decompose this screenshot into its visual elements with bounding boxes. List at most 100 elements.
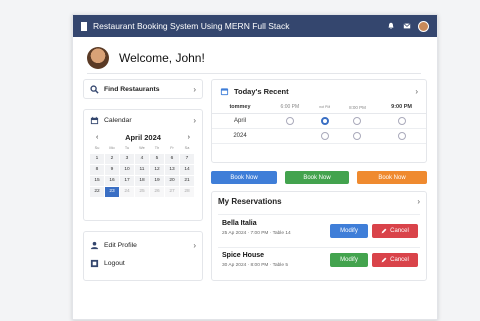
pencil-icon xyxy=(381,228,387,234)
calendar-day[interactable]: 15 xyxy=(90,176,104,186)
calendar-day[interactable]: 2 xyxy=(105,154,119,164)
todays-recent-header[interactable]: Today's Recent › xyxy=(212,80,426,102)
cancel-button[interactable]: Cancel xyxy=(372,224,418,238)
time-slot-radio[interactable] xyxy=(397,131,406,140)
calendar-header[interactable]: Calendar › xyxy=(84,110,202,130)
calendar-day[interactable]: 9 xyxy=(105,165,119,175)
welcome-section: Welcome, John! xyxy=(73,37,437,73)
mail-icon[interactable] xyxy=(402,21,412,31)
row-label: April xyxy=(212,113,268,129)
edit-profile-item[interactable]: Edit Profile › xyxy=(84,236,202,254)
time-slot-cell xyxy=(268,113,312,129)
time-slot-cell xyxy=(337,113,378,129)
time-slot-cell xyxy=(377,113,426,129)
table-row: April xyxy=(212,113,426,129)
account-card: Edit Profile › Logout xyxy=(83,231,203,281)
calendar-day[interactable]: 1 xyxy=(90,154,104,164)
reservation-item: Bella Italia 25 Ap 2024 · 7:00 PM · Tabl… xyxy=(212,216,426,246)
column-header: 6:00 PM xyxy=(268,102,312,114)
avatar xyxy=(87,47,109,69)
calendar-day[interactable]: 13 xyxy=(165,165,179,175)
time-slot-radio[interactable] xyxy=(353,131,362,140)
calendar-icon xyxy=(220,87,229,96)
top-bar: Restaurant Booking System Using MERN Ful… xyxy=(73,15,437,37)
book-now-button-blue[interactable]: Book Now xyxy=(211,171,277,184)
modify-button[interactable]: Modify xyxy=(330,253,368,267)
time-slot-table: tommey 6:00 PM not PM 8:00 PM 9:00 PM Ap… xyxy=(212,102,426,144)
my-reservations-title: My Reservations xyxy=(218,196,282,206)
restaurant-name: Spice House xyxy=(222,252,265,259)
modify-button[interactable]: Modify xyxy=(330,224,368,238)
logout-label: Logout xyxy=(104,259,125,267)
logout-item[interactable]: Logout xyxy=(84,254,202,272)
calendar-day[interactable]: 14 xyxy=(180,165,194,175)
calendar-day[interactable]: 12 xyxy=(150,165,164,175)
calendar-day[interactable]: 4 xyxy=(135,154,149,164)
pencil-icon xyxy=(381,257,387,263)
book-now-button-green[interactable]: Book Now xyxy=(285,171,349,184)
reservation-details: 30 Ap 2024 · 8:00 PM · Table 5 xyxy=(222,263,289,268)
reservation-details: 25 Ap 2024 · 7:00 PM · Table 14 xyxy=(222,231,291,236)
calendar-day[interactable]: 23 xyxy=(105,187,119,197)
weekday-label: Sa xyxy=(184,146,190,150)
bell-icon[interactable] xyxy=(386,21,396,31)
calendar-day[interactable]: 8 xyxy=(90,165,104,175)
time-slot-radio[interactable] xyxy=(353,116,362,125)
calendar-day[interactable]: 22 xyxy=(90,187,104,197)
calendar-day[interactable]: 3 xyxy=(120,154,134,164)
calendar-day[interactable]: 25 xyxy=(135,187,149,197)
calendar-day[interactable]: 19 xyxy=(150,176,164,186)
calendar-day[interactable]: 28 xyxy=(180,187,194,197)
app-logo-icon xyxy=(81,21,87,31)
calendar-day[interactable]: 5 xyxy=(150,154,164,164)
row-label: 2024 xyxy=(212,128,268,144)
table-header-row: tommey 6:00 PM not PM 8:00 PM 9:00 PM xyxy=(212,102,426,114)
weekday-label: We xyxy=(139,146,145,150)
calendar-day[interactable]: 17 xyxy=(120,176,134,186)
find-restaurants-card[interactable]: Find Restaurants › xyxy=(83,79,203,99)
time-slot-radio[interactable] xyxy=(320,116,329,125)
calendar-day[interactable]: 18 xyxy=(135,176,149,186)
time-slot-radio[interactable] xyxy=(397,116,406,125)
todays-recent-card: Today's Recent › tommey 6:00 PM not PM 8… xyxy=(211,79,427,163)
calendar-day[interactable]: 6 xyxy=(165,154,179,164)
reservation-item: Spice House 30 Ap 2024 · 8:00 PM · Table… xyxy=(212,248,426,278)
book-now-button-orange[interactable]: Book Now xyxy=(357,171,427,184)
time-slot-radio[interactable] xyxy=(285,116,294,125)
user-avatar[interactable] xyxy=(418,20,429,32)
time-slot-cell xyxy=(377,128,426,144)
weekday-label: Tu xyxy=(124,146,130,150)
calendar-day[interactable]: 27 xyxy=(165,187,179,197)
chevron-right-icon: › xyxy=(193,240,196,250)
find-restaurants-item[interactable]: Find Restaurants › xyxy=(84,80,202,98)
calendar-day[interactable]: 10 xyxy=(120,165,134,175)
time-slot-cell xyxy=(311,128,338,144)
calendar-day[interactable]: 16 xyxy=(105,176,119,186)
chevron-right-icon: › xyxy=(417,196,420,206)
calendar-day[interactable]: 7 xyxy=(180,154,194,164)
my-reservations-header[interactable]: My Reservations › xyxy=(212,192,426,210)
prev-month-button[interactable]: ‹ xyxy=(96,134,98,141)
weekday-label: Su xyxy=(94,146,100,150)
my-reservations-card: My Reservations › Bella Italia 25 Ap 202… xyxy=(211,191,427,281)
cancel-button[interactable]: Cancel xyxy=(372,253,418,267)
time-slot-cell xyxy=(268,128,312,144)
time-slot-cell xyxy=(311,113,338,129)
calendar-icon xyxy=(90,116,99,125)
calendar-month-nav: ‹ April 2024 › xyxy=(84,130,202,144)
next-month-button[interactable]: › xyxy=(188,134,190,141)
find-restaurants-label: Find Restaurants xyxy=(104,85,160,93)
calendar-day[interactable]: 24 xyxy=(120,187,134,197)
time-slot-cell xyxy=(337,128,378,144)
chevron-right-icon: › xyxy=(415,86,418,96)
restaurant-name: Bella Italia xyxy=(222,220,257,227)
time-slot-radio[interactable] xyxy=(320,131,329,140)
logout-icon xyxy=(90,259,99,268)
calendar-day[interactable]: 11 xyxy=(135,165,149,175)
calendar-card: Calendar › ‹ April 2024 › Su Mo Tu We Th Fr Sa… xyxy=(83,109,203,221)
calendar-day[interactable]: 20 xyxy=(165,176,179,186)
app-window: Restaurant Booking System Using MERN Ful… xyxy=(72,14,438,320)
calendar-day[interactable]: 26 xyxy=(150,187,164,197)
calendar-day[interactable]: 21 xyxy=(180,176,194,186)
divider xyxy=(218,214,420,215)
